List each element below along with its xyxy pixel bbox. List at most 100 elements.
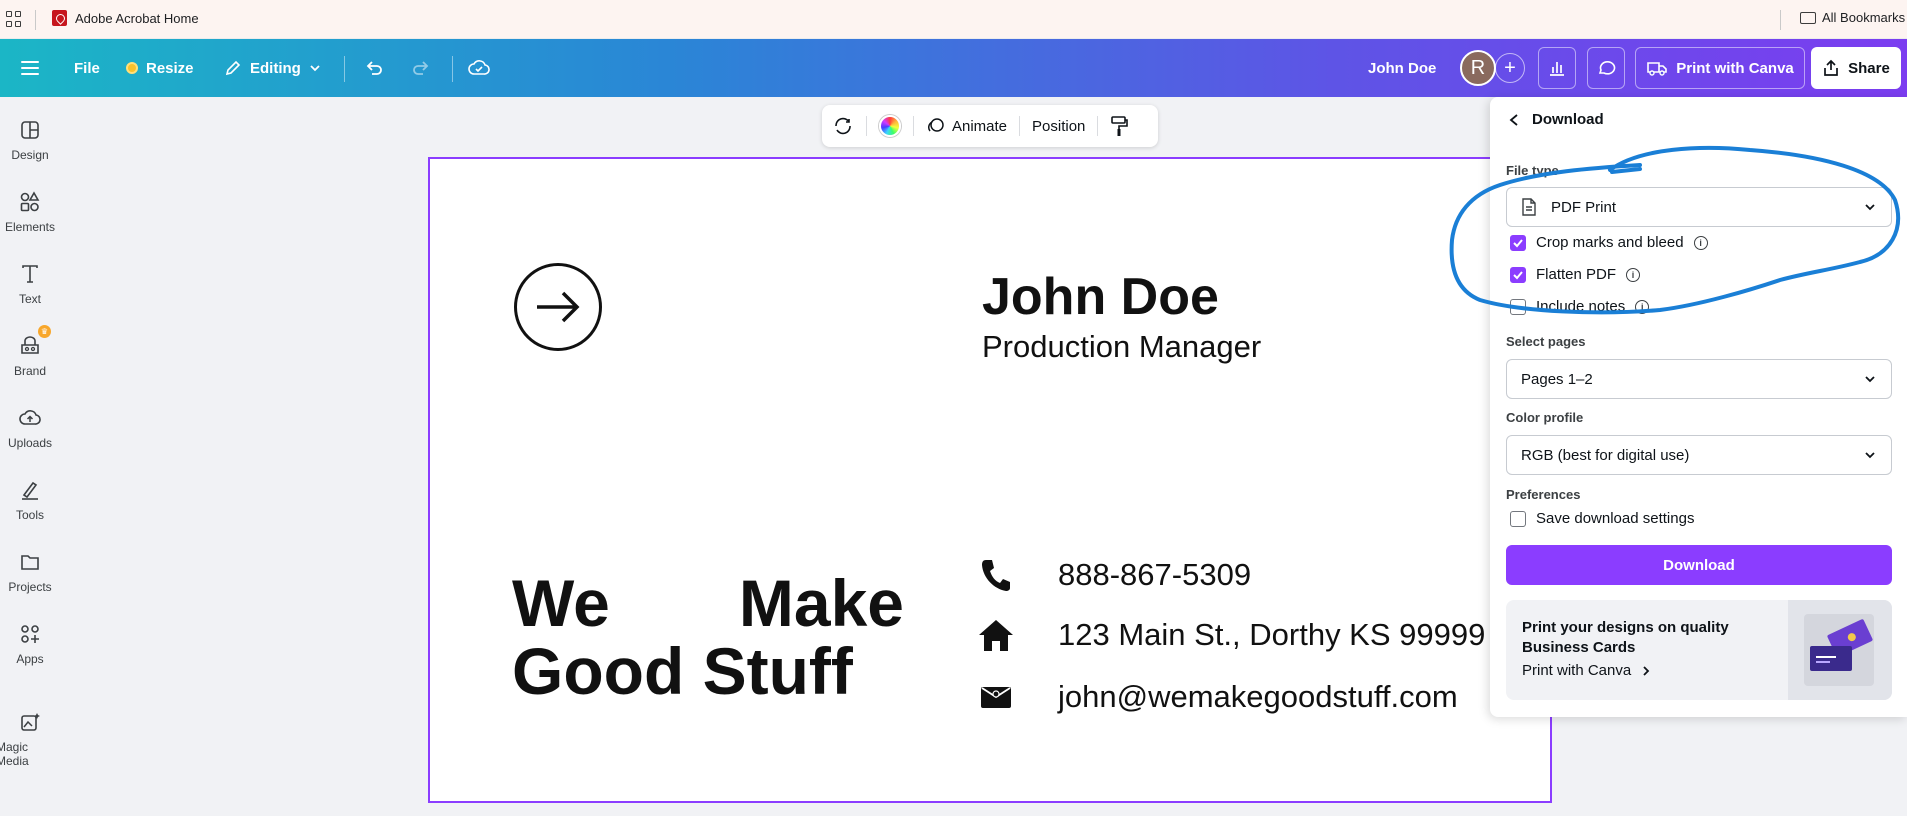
- truck-icon: [1647, 62, 1668, 76]
- card-phone-row[interactable]: 888-867-5309: [978, 557, 1251, 593]
- animate-icon: [928, 118, 944, 132]
- bookmark-adobe-acrobat[interactable]: Adobe Acrobat Home: [52, 10, 199, 26]
- apps-icon: [21, 625, 39, 643]
- design-canvas[interactable]: John Doe Production Manager We Make Good …: [428, 157, 1552, 803]
- checkbox-unchecked-icon[interactable]: [1510, 510, 1526, 527]
- info-icon[interactable]: i: [1635, 299, 1650, 314]
- text-icon: [22, 265, 38, 283]
- select-pages-dropdown[interactable]: Pages 1–2: [1506, 359, 1892, 399]
- bar-chart-icon: [1550, 62, 1564, 76]
- resize-button[interactable]: Resize: [126, 39, 194, 97]
- file-menu[interactable]: File: [74, 39, 100, 97]
- animate-button[interactable]: Animate: [926, 116, 1007, 136]
- card-slogan[interactable]: We Make Good Stuff: [512, 569, 932, 705]
- sidebar-item-label: Tools: [15, 508, 44, 522]
- sidebar-item-brand[interactable]: ♛ Brand: [0, 325, 60, 378]
- crown-icon: [126, 62, 138, 74]
- paint-roller-icon[interactable]: [1110, 115, 1129, 137]
- color-profile-dropdown[interactable]: RGB (best for digital use): [1506, 435, 1892, 475]
- sidebar-item-label: Text: [18, 292, 41, 306]
- projects-icon: [21, 555, 39, 570]
- file-type-value: PDF Print: [1551, 198, 1617, 216]
- select-pages-label: Select pages: [1506, 334, 1586, 349]
- sidebar-item-label: Apps: [16, 652, 44, 666]
- element-context-toolbar: Animate Position: [822, 105, 1158, 147]
- color-picker-icon[interactable]: [879, 115, 901, 137]
- pencil-icon: [225, 60, 241, 76]
- checkbox-unchecked-icon[interactable]: [1510, 298, 1526, 315]
- bookmarks-bar: Adobe Acrobat Home All Bookmarks: [0, 0, 1907, 39]
- sidebar-item-apps[interactable]: Apps: [0, 623, 60, 666]
- add-collaborator-button[interactable]: +: [1495, 53, 1525, 83]
- crop-marks-checkbox[interactable]: Crop marks and bleed i: [1510, 234, 1708, 251]
- save-download-settings-checkbox[interactable]: Save download settings: [1510, 510, 1694, 527]
- resize-label: Resize: [146, 59, 194, 77]
- card-job-title[interactable]: Production Manager: [982, 329, 1261, 365]
- checkbox-label: Crop marks and bleed: [1536, 234, 1684, 251]
- insights-button[interactable]: [1538, 47, 1576, 89]
- left-sidebar: Design Elements Text ♛ Brand Uploads Too…: [0, 97, 60, 816]
- uploads-icon: [19, 410, 41, 425]
- print-promo-card[interactable]: Print your designs on quality Business C…: [1506, 600, 1892, 700]
- sidebar-item-label: Uploads: [7, 436, 53, 450]
- sidebar-item-design[interactable]: Design: [0, 119, 60, 162]
- apps-grid-icon[interactable]: [6, 11, 22, 27]
- sidebar-item-label: Magic Media: [0, 740, 29, 768]
- comments-button[interactable]: [1587, 47, 1625, 89]
- chevron-down-icon: [310, 65, 320, 72]
- sidebar-item-uploads[interactable]: Uploads: [0, 407, 60, 450]
- divider: [35, 10, 36, 30]
- checkbox-checked-icon[interactable]: [1510, 234, 1526, 251]
- sidebar-item-tools[interactable]: Tools: [0, 479, 60, 522]
- print-with-canva-button[interactable]: Print with Canva: [1635, 47, 1805, 89]
- promo-text: Print your designs on quality Business C…: [1522, 619, 1729, 656]
- slogan-line: Good Stuff: [512, 634, 853, 708]
- promo-link[interactable]: Print with Canva: [1522, 662, 1651, 679]
- color-profile-label: Color profile: [1506, 410, 1584, 425]
- pdf-icon: [52, 10, 67, 26]
- editing-mode-button[interactable]: Editing: [224, 39, 321, 97]
- redo-icon[interactable]: [411, 39, 431, 97]
- panel-title: Download: [1532, 111, 1604, 128]
- divider: [1019, 116, 1021, 136]
- phone-text: 888-867-5309: [1058, 557, 1252, 592]
- chevron-left-icon[interactable]: [1508, 113, 1520, 127]
- sidebar-item-label: Projects: [8, 580, 52, 594]
- slogan-word: Make: [738, 566, 904, 640]
- undo-icon[interactable]: [364, 39, 384, 97]
- card-name[interactable]: John Doe: [982, 267, 1219, 327]
- download-panel-header[interactable]: Download: [1508, 111, 1604, 128]
- file-type-label: File type: [1506, 163, 1559, 178]
- magic-media-icon: [21, 713, 40, 731]
- avatar[interactable]: R: [1460, 50, 1496, 86]
- position-button[interactable]: Position: [1032, 118, 1085, 135]
- menu-icon[interactable]: [20, 39, 40, 97]
- download-button[interactable]: Download: [1506, 545, 1892, 585]
- info-icon[interactable]: i: [1626, 267, 1641, 282]
- preferences-label: Preferences: [1506, 487, 1581, 502]
- all-bookmarks-label: All Bookmarks: [1822, 10, 1906, 25]
- flatten-pdf-checkbox[interactable]: Flatten PDF i: [1510, 266, 1641, 283]
- select-pages-value: Pages 1–2: [1521, 370, 1593, 388]
- all-bookmarks[interactable]: All Bookmarks: [1800, 10, 1905, 25]
- sidebar-item-elements[interactable]: Elements: [0, 191, 60, 234]
- crown-badge-icon: ♛: [38, 325, 51, 338]
- include-notes-checkbox[interactable]: Include notes i: [1510, 298, 1650, 315]
- file-type-select[interactable]: PDF Print: [1506, 187, 1892, 227]
- checkbox-checked-icon[interactable]: [1510, 266, 1526, 283]
- email-icon: [978, 679, 1014, 715]
- card-address-row[interactable]: 123 Main St., Dorthy KS 99999: [978, 617, 1485, 653]
- business-card-image: [1788, 600, 1892, 700]
- cloud-saved-icon[interactable]: [468, 39, 490, 97]
- share-button[interactable]: Share: [1811, 47, 1901, 89]
- sidebar-item-magic-media[interactable]: Magic Media: [0, 711, 64, 768]
- design-icon: [21, 121, 39, 139]
- replace-icon[interactable]: [832, 115, 854, 137]
- card-email-row[interactable]: john@wemakegoodstuff.com: [978, 679, 1458, 715]
- color-profile-value: RGB (best for digital use): [1521, 446, 1690, 464]
- sidebar-item-text[interactable]: Text: [0, 263, 60, 306]
- sidebar-item-projects[interactable]: Projects: [0, 551, 60, 594]
- info-icon[interactable]: i: [1693, 235, 1708, 250]
- editor-toolbar: File Resize Editing John Doe R + Print w…: [0, 39, 1907, 97]
- checkbox-label: Flatten PDF: [1536, 266, 1617, 283]
